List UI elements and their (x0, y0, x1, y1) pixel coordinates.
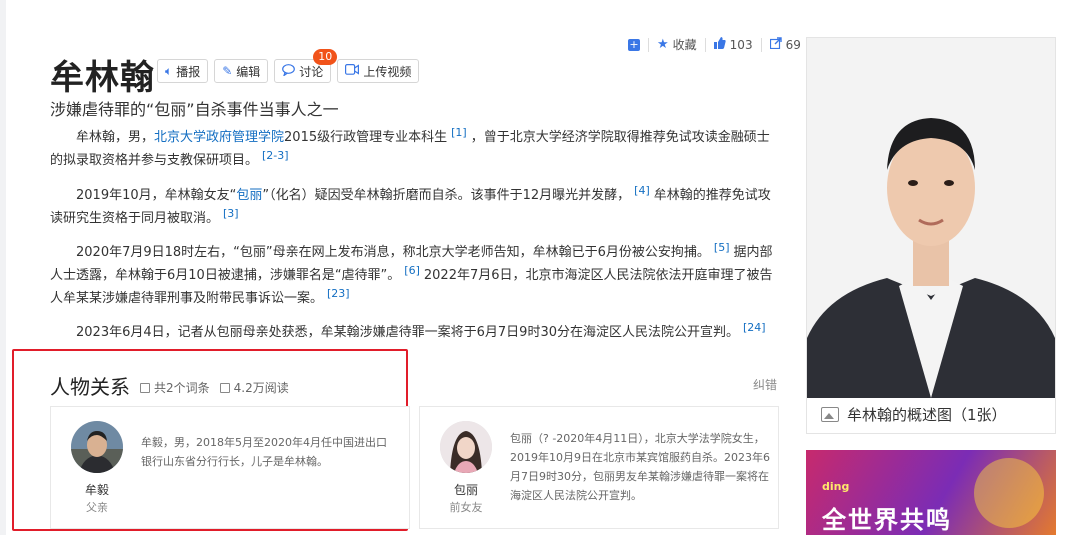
entry-count: 共2个词条 (140, 379, 210, 396)
promo-banner[interactable]: ding 全世界共鸣 (806, 450, 1056, 535)
relations-title: 人物关系 (50, 375, 130, 399)
paragraph-text: ”（化名）疑因受牟林翰折磨而自杀。该事件于12月曝光并发酵， (262, 188, 631, 203)
toolbar-divider (704, 37, 706, 52)
speech-bubble-icon (282, 63, 296, 79)
page-left-gutter (0, 0, 6, 535)
page-title: 牟林翰 (50, 58, 155, 98)
image-caption-text: 牟林翰的概述图（1张） (847, 406, 1007, 424)
relation-description: 牟毅，男，2018年5月至2020年4月任中国进出口银行山东省分行行长，儿子是牟… (141, 436, 387, 468)
relation-role: 父亲 (86, 501, 108, 514)
paragraph-text: 牟林翰，男， (76, 130, 155, 145)
play-audio-button[interactable]: 🔈︎ 播报 (157, 59, 209, 83)
upload-video-button[interactable]: 上传视频 (337, 59, 420, 83)
pencil-icon: ✎ (222, 64, 233, 78)
discuss-count-badge: 10 (313, 49, 338, 65)
summary-paragraph: 2023年6月4日，记者从包丽母亲处获悉，牟某翰涉嫌虐待罪一案将于6月7日9时3… (50, 321, 780, 344)
document-icon (140, 383, 150, 393)
entry-toolbar: + ★ 收藏 103 69 (628, 36, 801, 53)
summary-paragraph: 牟林翰，男，北京大学政府管理学院2015级行政管理专业本科生 [1] ，曾于北京大学… (50, 126, 780, 172)
paragraph-text: 2020年7月9日18时左右，“包丽”母亲在网上发布消息，称北京大学老师告知，牟… (76, 245, 710, 260)
thumbs-up-icon[interactable] (713, 36, 726, 53)
share-count[interactable]: 69 (786, 38, 801, 52)
citation-ref[interactable]: [5] (714, 241, 730, 254)
banner-text: 全世界共鸣 (822, 506, 952, 534)
paragraph-text: 2015级行政管理专业本科生 (284, 130, 448, 145)
avatar[interactable] (440, 421, 492, 473)
summary-image-box[interactable]: 牟林翰的概述图（1张） (806, 37, 1056, 434)
add-icon[interactable]: + (628, 38, 640, 51)
citation-ref[interactable]: [23] (327, 287, 350, 300)
image-gallery-icon (821, 407, 839, 422)
play-audio-label: 播报 (176, 64, 201, 79)
banner-logo: ding (822, 480, 850, 493)
portrait-photo[interactable] (807, 38, 1055, 398)
avatar[interactable] (71, 421, 123, 473)
citation-ref[interactable]: [4] (634, 184, 650, 197)
link-bao-li[interactable]: 包丽 (236, 188, 262, 203)
paragraph-text: 2023年6月4日，记者从包丽母亲处获悉，牟某翰涉嫌虐待罪一案将于6月7日9时3… (76, 325, 739, 340)
relation-role: 前女友 (449, 501, 483, 514)
summary-paragraph: 2019年10月，牟林翰女友“包丽”（化名）疑因受牟林翰折磨而自杀。该事件于12… (50, 184, 780, 230)
citation-ref[interactable]: [1] (451, 126, 467, 139)
link-school-of-government[interactable]: 北京大学政府管理学院 (154, 130, 284, 145)
relation-card[interactable]: 包丽 前女友 包丽（? -2020年4月11日），北京大学法学院女生，2019年… (419, 406, 779, 529)
video-icon (345, 64, 360, 78)
entry-subtitle: 涉嫌虐待罪的“包丽”自杀事件当事人之一 (50, 100, 339, 119)
book-icon (219, 383, 230, 393)
edit-label: 编辑 (236, 64, 261, 79)
edit-button[interactable]: ✎ 编辑 (214, 59, 269, 83)
discuss-label: 讨论 (299, 64, 324, 79)
image-caption[interactable]: 牟林翰的概述图（1张） (821, 404, 1007, 425)
discuss-button[interactable]: 讨论 10 (274, 49, 338, 83)
relation-name[interactable]: 牟毅 (71, 481, 123, 498)
relation-card[interactable]: 牟毅 父亲 牟毅，男，2018年5月至2020年4月任中国进出口银行山东省分行行… (50, 406, 410, 529)
entry-count-text: 共2个词条 (154, 381, 210, 395)
report-error-link[interactable]: 纠错 (753, 376, 777, 393)
speaker-icon: 🔈︎ (165, 63, 173, 78)
collect-button-label[interactable]: 收藏 (673, 36, 697, 53)
entry-action-bar: 🔈︎ 播报 ✎ 编辑 讨论 10 上传视频 (157, 49, 420, 83)
read-count: 4.2万阅读 (219, 379, 289, 396)
star-icon[interactable]: ★ (657, 37, 669, 52)
summary-paragraph: 2020年7月9日18时左右，“包丽”母亲在网上发布消息，称北京大学老师告知，牟… (50, 241, 780, 310)
banner-decoration (974, 458, 1044, 528)
toolbar-divider (648, 37, 649, 52)
citation-ref[interactable]: [6] (404, 264, 420, 277)
paragraph-text: 2019年10月，牟林翰女友“ (76, 188, 237, 203)
citation-ref[interactable]: [3] (223, 207, 239, 220)
like-count[interactable]: 103 (730, 38, 753, 52)
relations-meta: 共2个词条 4.2万阅读 (140, 379, 289, 396)
toolbar-divider (760, 37, 762, 52)
share-icon[interactable] (769, 36, 782, 53)
relation-description: 包丽（? -2020年4月11日），北京大学法学院女生，2019年10月9日在北… (510, 432, 770, 502)
citation-ref[interactable]: [24] (743, 321, 766, 334)
citation-ref[interactable]: [2-3] (262, 149, 289, 162)
upload-video-label: 上传视频 (363, 64, 412, 79)
relation-name[interactable]: 包丽 (440, 481, 492, 498)
read-count-text: 4.2万阅读 (233, 381, 289, 395)
